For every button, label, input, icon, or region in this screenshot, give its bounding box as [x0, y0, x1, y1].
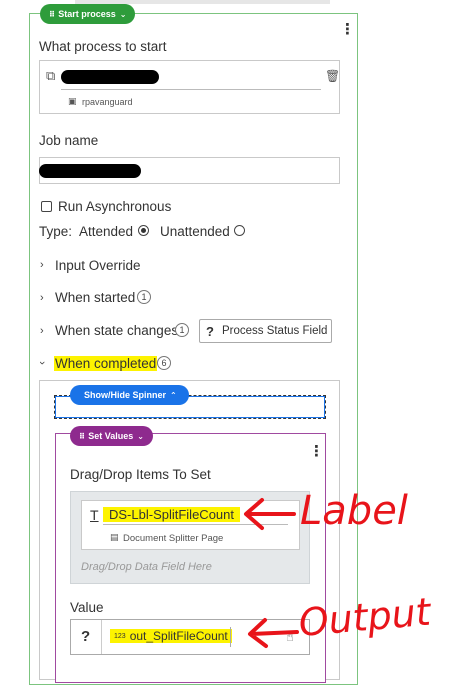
process-status-field-label: Process Status Field: [221, 325, 328, 337]
process-underline: [61, 89, 321, 90]
unattended-radio[interactable]: [234, 225, 245, 236]
what-process-label: What process to start: [39, 39, 167, 54]
when-completed-count: 6: [157, 356, 171, 370]
drop-placeholder: Drag/Drop Data Field Here: [81, 561, 212, 573]
process-icon: ⧉: [46, 68, 56, 83]
when-state-changes-toggle[interactable]: When state changes: [55, 323, 178, 338]
page-icon: ▤: [110, 532, 119, 542]
unattended-label: Unattended: [160, 224, 230, 239]
start-process-pill-label: Start process: [58, 9, 116, 19]
show-hide-spinner-pill-label: Show/Hide Spinner: [84, 390, 167, 400]
chevron-updown-icon: ⌄: [119, 9, 127, 19]
run-async-label: Run Asynchronous: [58, 199, 172, 214]
trash-icon[interactable]: 🗑: [325, 70, 340, 82]
set-values-pill-label: Set Values: [88, 431, 134, 441]
when-started-toggle[interactable]: When started: [55, 290, 135, 305]
question-icon: ?: [81, 628, 91, 645]
process-status-field-button[interactable]: ? Process Status Field: [199, 319, 332, 343]
input-override-toggle[interactable]: Input Override: [55, 258, 141, 273]
more-options-icon[interactable]: ⋮: [340, 22, 355, 37]
set-item-underline: [103, 524, 288, 525]
chevron-right-icon[interactable]: ›: [40, 292, 44, 304]
when-state-changes-count: 1: [175, 323, 189, 337]
chevron-updown-icon: ⌃: [170, 390, 177, 400]
set-item-page: Document Splitter Page: [123, 533, 224, 544]
value-data-field[interactable]: 123 out_SplitFileCount: [110, 629, 232, 643]
chevron-right-icon[interactable]: ›: [40, 325, 44, 337]
numeric-type-icon: 123: [114, 632, 126, 640]
chevron-down-icon[interactable]: ›: [36, 361, 48, 365]
start-process-pill[interactable]: ⠿ Start process ⌄: [40, 4, 136, 24]
items-to-set-label: Drag/Drop Items To Set: [70, 467, 211, 482]
drag-handle-icon[interactable]: ⠿: [49, 10, 55, 19]
attended-radio[interactable]: [138, 225, 149, 236]
set-values-pill[interactable]: ⠿ Set Values ⌄: [70, 426, 153, 446]
value-divider: [101, 620, 102, 654]
show-hide-spinner-pill[interactable]: Show/Hide Spinner ⌃: [70, 385, 189, 405]
drag-handle-icon[interactable]: ⠿: [79, 432, 85, 441]
redacted-job-name: [39, 164, 141, 178]
value-label: Value: [70, 600, 104, 615]
job-name-label: Job name: [39, 133, 99, 148]
set-item-name: DS-Lbl-SplitFileCount: [103, 507, 240, 522]
chevron-updown-icon: ⌄: [137, 431, 144, 441]
machine-icon: ▣: [68, 96, 77, 106]
when-started-count: 1: [137, 290, 151, 304]
when-completed-toggle[interactable]: When completed: [54, 356, 158, 371]
text-label-icon: T: [90, 507, 99, 523]
attended-label: Attended: [79, 224, 134, 239]
value-data-field-name: out_SplitFileCount: [129, 629, 228, 643]
pointer-hand-icon[interactable]: ☝: [286, 630, 294, 643]
run-async-checkbox[interactable]: [41, 201, 52, 212]
question-icon: ?: [206, 323, 214, 339]
chevron-right-icon[interactable]: ›: [40, 259, 44, 271]
redacted-process-name: [61, 70, 159, 84]
more-options-icon[interactable]: ⋮: [309, 444, 324, 459]
value-separator: [230, 627, 231, 647]
machine-name: rpavanguard: [82, 97, 133, 107]
type-label: Type:: [39, 224, 73, 239]
